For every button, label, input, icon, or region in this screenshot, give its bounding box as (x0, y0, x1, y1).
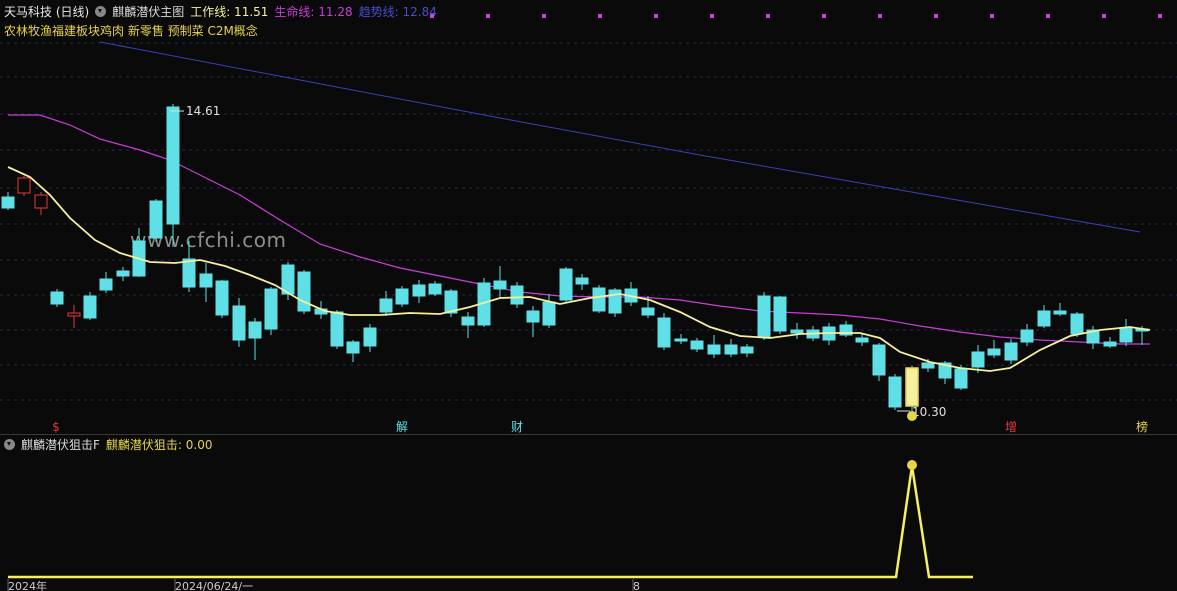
candle-body (888, 376, 902, 408)
signal-dot (654, 14, 658, 18)
candle-body (461, 316, 475, 326)
event-marker[interactable]: 榜 (1136, 419, 1148, 434)
candle-body (724, 344, 738, 355)
sniper-money-icon (907, 460, 917, 470)
candle-body (34, 194, 48, 209)
candle-body (493, 280, 507, 290)
signal-dot (766, 14, 770, 18)
candle-body (921, 362, 935, 369)
candle-body (575, 277, 589, 285)
signal-dot (934, 14, 938, 18)
signal-dot (542, 14, 546, 18)
trend-line (99, 41, 1141, 233)
signal-dot (710, 14, 714, 18)
candle-body (872, 344, 886, 376)
signal-dot (598, 14, 602, 18)
price-chart[interactable]: 14.61 10.30 $ 解 财 增 榜 2024年 2024/06/24/一 8 (0, 0, 1177, 591)
event-marker[interactable]: $ (52, 420, 60, 434)
signal-dot (878, 14, 882, 18)
candle-body (248, 321, 262, 339)
money-bag-icon (907, 411, 917, 421)
signal-dot (1158, 14, 1162, 18)
candle-body (971, 351, 985, 368)
signal-dot (486, 14, 490, 18)
candle-body (50, 291, 64, 305)
candle-body (542, 301, 556, 326)
candle-body (773, 296, 787, 332)
signal-dot (430, 14, 434, 18)
candle-body (657, 317, 671, 348)
highlight-candle (905, 367, 919, 407)
sniper-line (8, 465, 973, 579)
candle-body (526, 310, 540, 323)
candle-body (954, 368, 968, 389)
event-marker[interactable]: 财 (511, 420, 523, 434)
candle-body (674, 338, 688, 342)
candle-body (690, 340, 704, 350)
candle-body (1004, 342, 1018, 361)
candle-body (1119, 327, 1133, 343)
candle-body (707, 344, 721, 355)
candle-body (330, 311, 344, 347)
candle-body (67, 312, 81, 317)
candle-body (855, 337, 869, 343)
time-axis: 2024年 2024/06/24/一 8 (7, 579, 640, 591)
candle-body (1037, 310, 1051, 327)
candle-body (166, 106, 180, 225)
candle-body (346, 341, 360, 354)
candle-body (17, 177, 31, 194)
candle-body (510, 285, 524, 305)
candle-body (99, 278, 113, 291)
annotations: 14.61 10.30 (170, 104, 946, 421)
event-marker[interactable]: 解 (396, 420, 408, 434)
candle-body (412, 284, 426, 297)
candle-body (641, 307, 655, 316)
candle-body (297, 271, 311, 312)
candle-body (1053, 310, 1067, 315)
candle-body (363, 327, 377, 347)
candle-body (757, 295, 771, 338)
candle-body (215, 280, 229, 316)
candle-body (264, 288, 278, 330)
candle-body (182, 258, 196, 288)
candle-body (1103, 341, 1117, 347)
signal-dot (1102, 14, 1106, 18)
candle-body (379, 298, 393, 313)
candle-body (199, 273, 213, 288)
candle-body (149, 200, 163, 239)
candle-body (83, 295, 97, 319)
candle-body (559, 268, 573, 301)
candle-body (790, 329, 804, 334)
candle-body (1020, 329, 1034, 343)
event-markers: $ 解 财 增 榜 (52, 419, 1148, 434)
candle-body (395, 288, 409, 305)
magenta-dot-row (430, 14, 1162, 18)
candle-body (1070, 313, 1084, 335)
axis-label: 2024年 (8, 579, 47, 591)
signal-dot (990, 14, 994, 18)
signal-dot (1046, 14, 1050, 18)
axis-label: 2024/06/24/一 (175, 580, 253, 591)
high-price-label: 14.61 (186, 104, 220, 118)
candle-body (1, 196, 15, 209)
event-marker[interactable]: 增 (1005, 420, 1017, 434)
low-price-label: 10.30 (912, 405, 946, 419)
axis-label: 8 (633, 580, 640, 591)
candle-body (116, 270, 130, 277)
sniper-panel (8, 460, 973, 579)
signal-dot (822, 14, 826, 18)
candle-body (592, 287, 606, 312)
candle-body (428, 283, 442, 295)
candle-body (740, 346, 754, 354)
candle-body (987, 348, 1001, 356)
candle-body (232, 305, 246, 341)
